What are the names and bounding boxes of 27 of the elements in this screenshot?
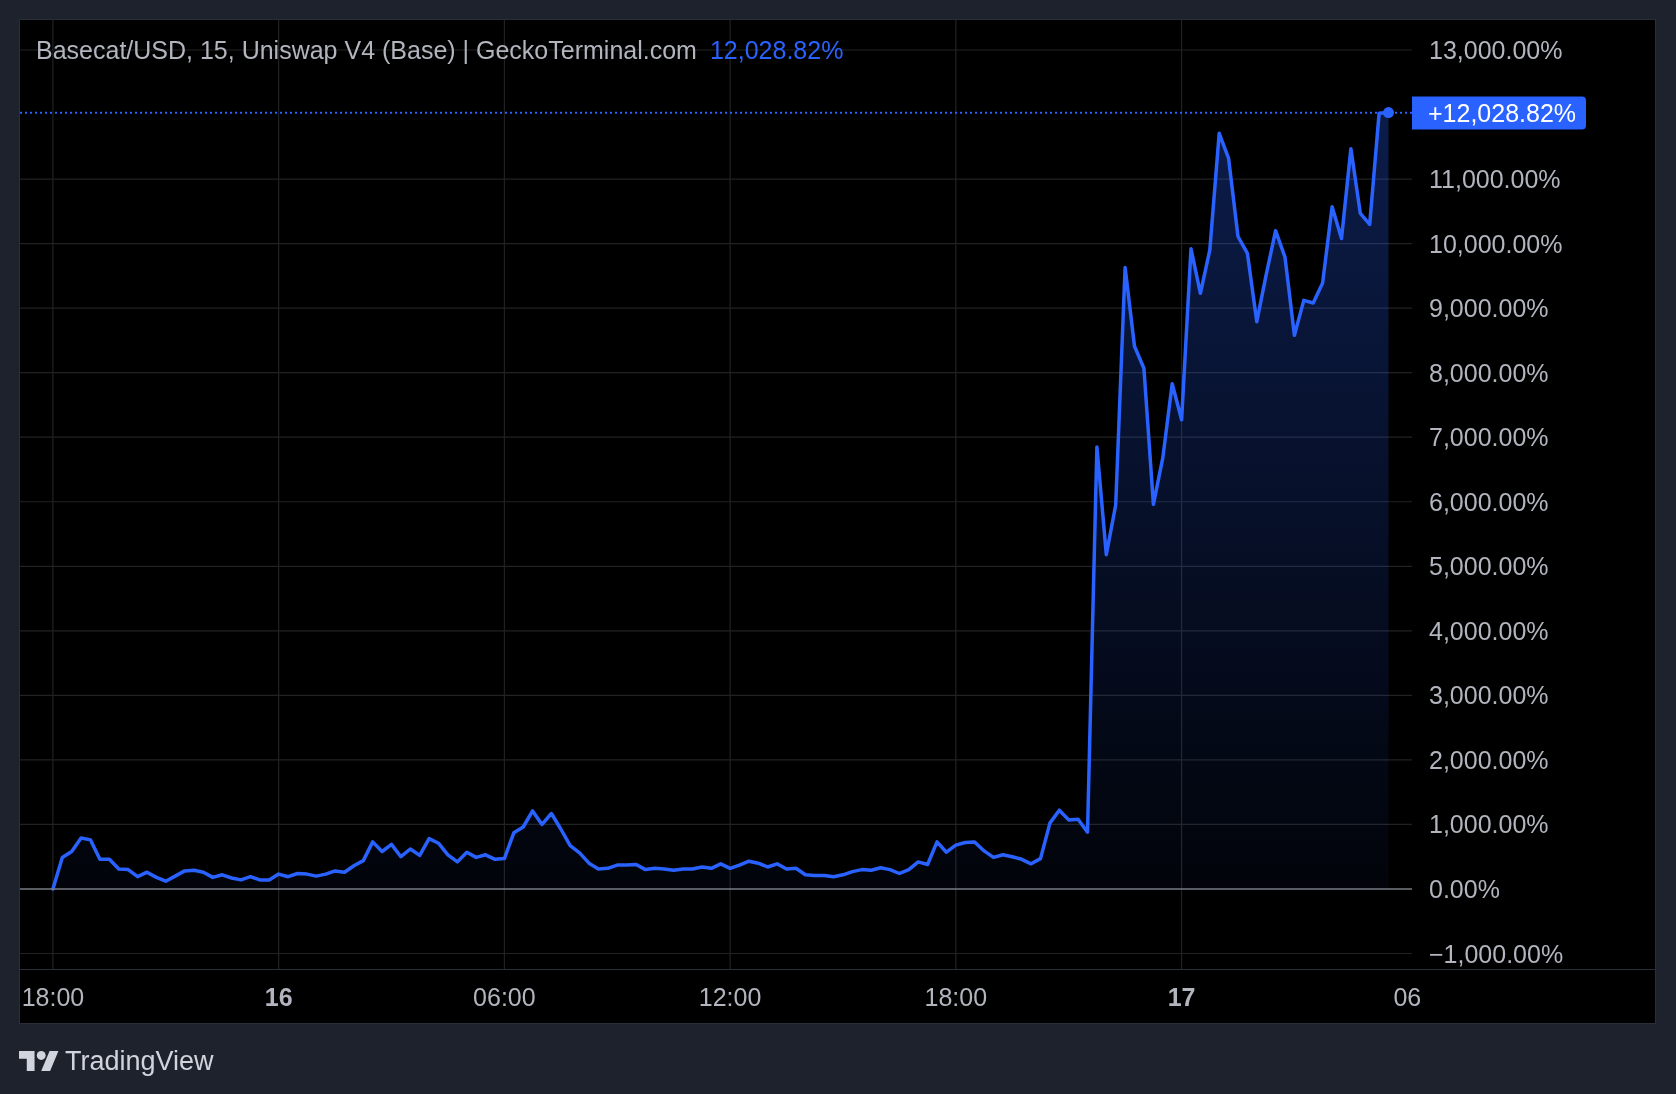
y-axis-label: −1,000.00% (1429, 939, 1564, 968)
logo-icon (19, 1051, 59, 1071)
x-axis-label: 12:00 (698, 982, 762, 1011)
x-axis-label: 18:00 (21, 982, 85, 1011)
legend-value: 12,028.82% (709, 36, 844, 65)
y-axis-label: 9,000.00% (1429, 293, 1549, 323)
y-axis-label: 10,000.00% (1429, 229, 1563, 259)
x-axis-label: 06:00 (473, 982, 536, 1011)
x-axis-label: 17 (1167, 982, 1196, 1011)
x-axis-label: 18:00 (924, 982, 988, 1011)
y-axis-label: 1,000.00% (1429, 809, 1549, 839)
y-axis-label: 5,000.00% (1429, 551, 1549, 581)
y-axis-label: 2,000.00% (1429, 745, 1549, 775)
y-axis-label: 13,000.00% (1429, 35, 1563, 65)
y-axis-label: 4,000.00% (1429, 616, 1549, 646)
chart-title: Basecat/USD, 15, Uniswap V4 (Base) | GeckoTerminal.com (36, 36, 697, 65)
y-axis-label: 6,000.00% (1429, 487, 1549, 517)
brand-name: TradingView (65, 1046, 214, 1076)
y-axis-label: 11,000.00% (1429, 164, 1561, 194)
point-marker-icon (1383, 107, 1394, 119)
y-axis-label: 7,000.00% (1429, 422, 1549, 452)
y-axis-label: 3,000.00% (1429, 680, 1549, 710)
x-axis-label: 06 (1393, 982, 1422, 1011)
y-axis-label: 0.00% (1429, 874, 1500, 904)
last-price-label: +12,028.82% (1412, 96, 1587, 130)
x-axis-label: 16 (264, 982, 293, 1011)
y-axis-label: 8,000.00% (1429, 358, 1549, 388)
